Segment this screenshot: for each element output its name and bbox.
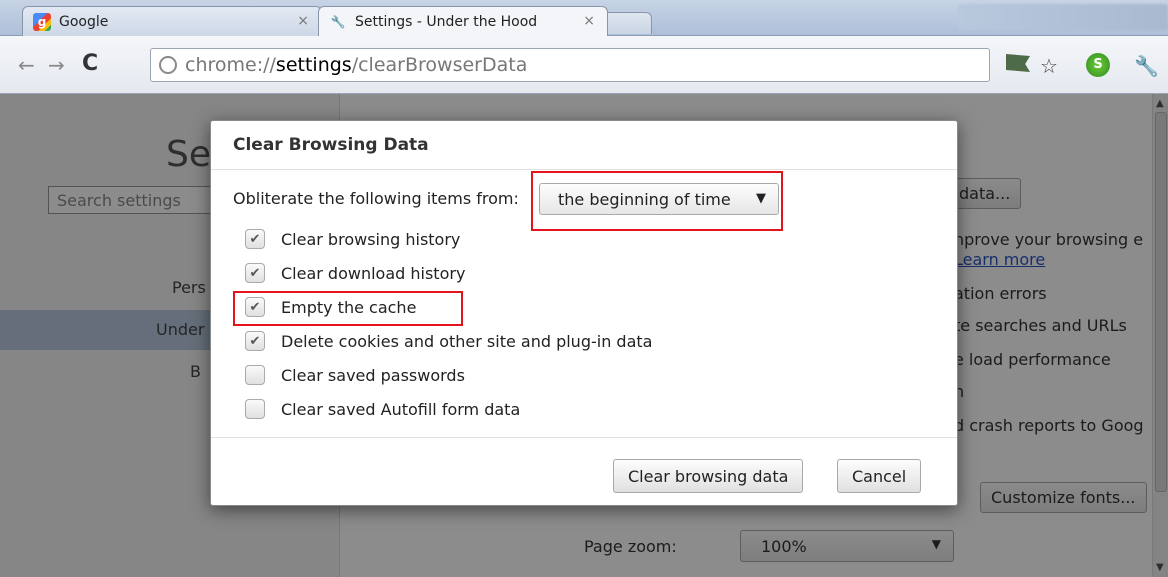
checkbox-row[interactable]: ✔ Delete cookies and other site and plug… (245, 331, 652, 351)
browser-toolbar: ← → C chrome:// settings /clearBrowserDa… (0, 36, 1168, 94)
checkbox-clear-download-history[interactable]: ✔ (245, 263, 265, 283)
divider (211, 437, 957, 438)
settings-page: Se Search settings Pers Under B data... … (0, 94, 1168, 577)
time-range-label: Obliterate the following items from: (233, 189, 519, 208)
dialog-title: Clear Browsing Data (233, 135, 429, 155)
checkbox-clear-autofill[interactable] (245, 399, 265, 419)
red-highlight-box (531, 171, 783, 231)
tab-title: Google (59, 13, 109, 30)
back-arrow-icon[interactable]: ← (18, 53, 35, 77)
checkbox-label: Clear browsing history (281, 229, 461, 249)
checkbox-clear-passwords[interactable] (245, 365, 265, 385)
red-highlight-box (233, 291, 463, 326)
clear-browsing-data-dialog: Clear Browsing Data Obliterate the follo… (210, 120, 958, 506)
star-icon[interactable]: ☆ (1040, 54, 1058, 78)
clear-browsing-data-confirm-button[interactable]: Clear browsing data (613, 459, 804, 493)
address-bar[interactable]: chrome:// settings /clearBrowserData (150, 48, 990, 82)
checkbox-delete-cookies[interactable]: ✔ (245, 331, 265, 351)
checkbox-row[interactable]: ✔ Clear download history (245, 263, 465, 283)
checkbox-clear-browsing-history[interactable]: ✔ (245, 229, 265, 249)
google-icon: g (33, 12, 51, 31)
checkbox-label: Clear download history (281, 263, 466, 283)
blurred-profile-area (958, 4, 1168, 30)
url-scheme: chrome:// (185, 54, 276, 76)
reload-icon[interactable]: C (82, 51, 98, 76)
flag-icon[interactable] (1006, 54, 1030, 72)
checkbox-row[interactable]: ✔ Clear browsing history (245, 229, 460, 249)
checkbox-label: Clear saved Autofill form data (281, 399, 521, 419)
wrench-menu-icon[interactable]: 🔧 (1134, 54, 1159, 78)
tab-settings[interactable]: 🔧 Settings - Under the Hood × (318, 6, 608, 36)
tab-close-icon[interactable]: × (583, 13, 595, 29)
skype-extension-icon[interactable]: S (1086, 53, 1110, 77)
forward-arrow-icon[interactable]: → (48, 53, 65, 77)
checkbox-row[interactable]: Clear saved passwords (245, 365, 465, 385)
checkbox-label: Delete cookies and other site and plug-i… (281, 331, 653, 351)
tab-title: Settings - Under the Hood (355, 13, 538, 30)
checkbox-row[interactable]: Clear saved Autofill form data (245, 399, 520, 419)
url-path: /clearBrowserData (351, 54, 528, 76)
checkbox-label: Clear saved passwords (281, 365, 465, 385)
tab-close-icon[interactable]: × (297, 13, 309, 29)
globe-icon (159, 56, 177, 74)
tab-strip: g Google × 🔧 Settings - Under the Hood × (0, 0, 1168, 36)
wrench-icon: 🔧 (330, 14, 346, 29)
url-host: settings (275, 54, 352, 76)
cancel-button[interactable]: Cancel (837, 459, 922, 493)
divider (211, 169, 957, 170)
tab-google[interactable]: g Google × (22, 6, 322, 36)
